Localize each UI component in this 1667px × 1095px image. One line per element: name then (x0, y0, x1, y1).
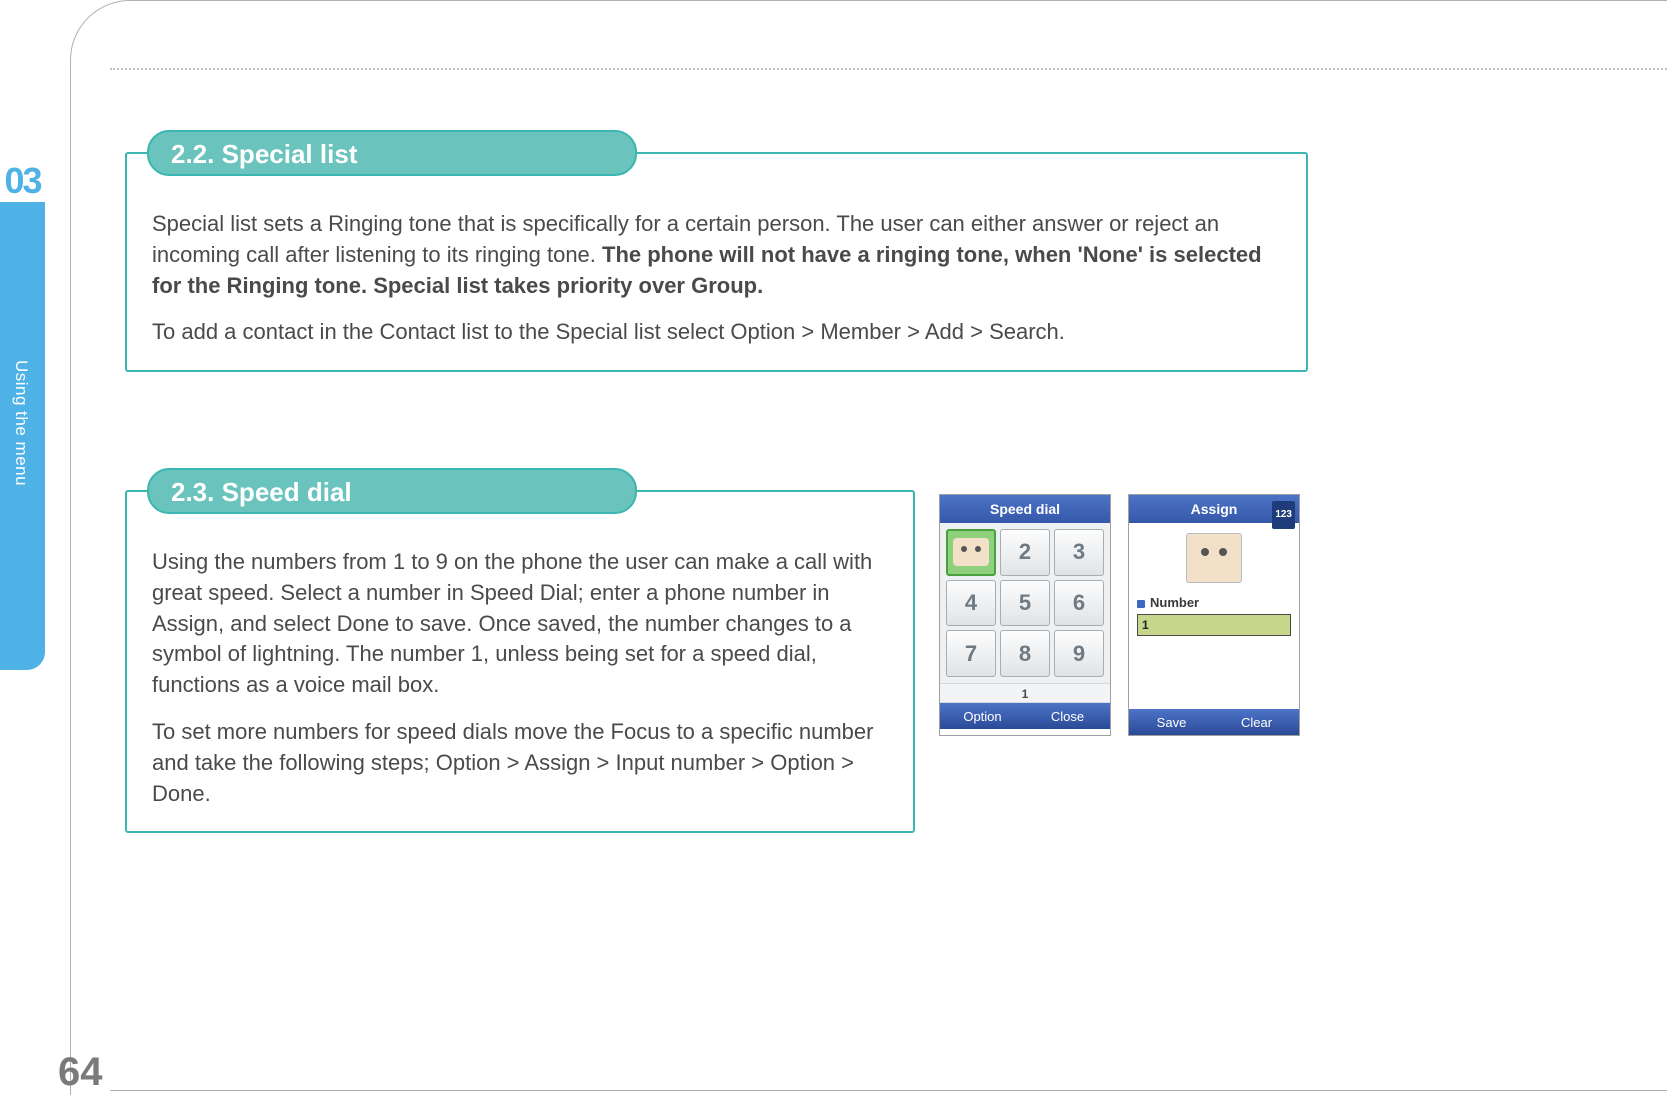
section1-paragraph2: To add a contact in the Contact list to … (152, 317, 1281, 348)
speed-dial-keypad: 2 3 4 5 6 7 8 9 (940, 523, 1110, 683)
phone-title-assign: Assign 123 (1129, 495, 1299, 523)
assign-softkeys: Save Clear (1129, 709, 1299, 735)
input-mode-indicator: 123 (1272, 501, 1295, 529)
section-special-list: 2.2. Special list Special list sets a Ri… (125, 152, 1308, 372)
assign-number-input[interactable]: 1 (1137, 614, 1291, 636)
section-special-list-header: 2.2. Special list (147, 130, 637, 176)
chapter-label: Using the menu (11, 360, 31, 486)
phone-screenshot-assign: Assign 123 Number 1 Save Clear (1128, 494, 1300, 736)
speed-dial-key-5[interactable]: 5 (1000, 580, 1050, 627)
softkey-close[interactable]: Close (1025, 703, 1110, 729)
assign-title-text: Assign (1191, 501, 1238, 517)
section-speed-dial: 2.3. Speed dial Using the numbers from 1… (125, 490, 915, 833)
section2-paragraph2: To set more numbers for speed dials move… (152, 717, 888, 809)
contact-face-icon (953, 538, 989, 566)
speed-dial-status-bar: 1 (940, 683, 1110, 703)
speed-dial-softkeys: Option Close (940, 703, 1110, 729)
assign-body: Number 1 (1129, 523, 1299, 709)
assign-number-label: Number (1137, 595, 1199, 610)
speed-dial-key-2[interactable]: 2 (1000, 529, 1050, 576)
speed-dial-key-8[interactable]: 8 (1000, 630, 1050, 677)
speed-dial-key-1-selected[interactable] (946, 529, 996, 576)
speed-dial-key-7[interactable]: 7 (946, 630, 996, 677)
speed-dial-key-6[interactable]: 6 (1054, 580, 1104, 627)
contact-avatar-icon (1186, 533, 1242, 583)
header-divider-dotted (110, 68, 1667, 70)
page-number: 64 (58, 1050, 103, 1095)
section-speed-dial-header: 2.3. Speed dial (147, 468, 637, 514)
phone-title-speed-dial: Speed dial (940, 495, 1110, 523)
footer-divider (110, 1090, 1667, 1091)
speed-dial-key-9[interactable]: 9 (1054, 630, 1104, 677)
phone-screenshot-speed-dial: Speed dial 2 3 4 5 6 7 8 9 1 Option Clos… (939, 494, 1111, 736)
chapter-number: 03 (0, 160, 45, 202)
section2-paragraph1: Using the numbers from 1 to 9 on the pho… (152, 547, 888, 701)
softkey-save[interactable]: Save (1129, 709, 1214, 735)
section1-paragraph1: Special list sets a Ringing tone that is… (152, 209, 1281, 301)
softkey-option[interactable]: Option (940, 703, 1025, 729)
speed-dial-key-3[interactable]: 3 (1054, 529, 1104, 576)
speed-dial-key-4[interactable]: 4 (946, 580, 996, 627)
softkey-clear[interactable]: Clear (1214, 709, 1299, 735)
